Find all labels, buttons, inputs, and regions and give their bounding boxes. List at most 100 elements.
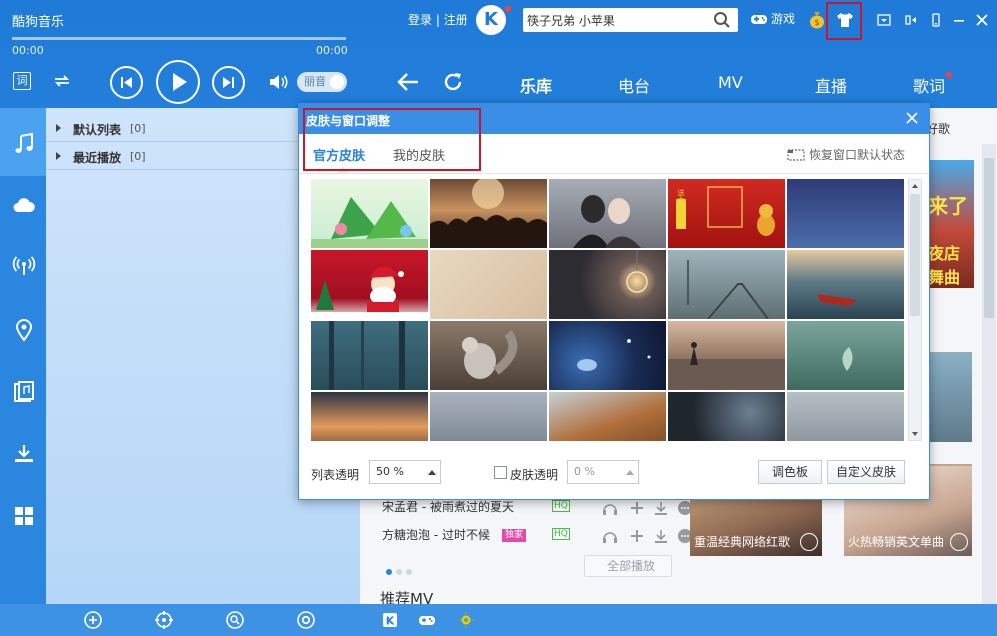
skin-thumbnail[interactable] — [549, 321, 666, 390]
settings-gear-icon[interactable] — [296, 610, 316, 630]
skin-thumbnail[interactable] — [549, 392, 666, 441]
skin-thumbnail[interactable] — [549, 250, 666, 319]
skins-scrollbar[interactable] — [908, 179, 922, 441]
skin-thumbnail[interactable] — [787, 392, 904, 441]
song-title[interactable]: 宋孟君 - 被雨煮过的夏天 — [382, 500, 514, 514]
lyrics-badge-dot — [946, 72, 952, 78]
carousel-dot[interactable] — [406, 569, 412, 575]
skin-thumbnail[interactable] — [430, 321, 547, 390]
forest-art — [329, 321, 405, 390]
search-input[interactable] — [527, 11, 707, 29]
music-note-icon[interactable] — [12, 132, 36, 156]
close-icon[interactable] — [974, 12, 990, 28]
mv-caption: 火热畅销英文单曲 — [848, 535, 945, 549]
radio-signal-icon[interactable] — [12, 254, 36, 278]
register-link[interactable]: 注册 — [444, 13, 468, 27]
mini-mode-icon[interactable] — [904, 12, 920, 28]
skin-thumbnail[interactable] — [787, 179, 904, 248]
play-button[interactable] — [156, 60, 200, 104]
banner-image[interactable]: 来了 夜店 舞曲 — [928, 160, 974, 288]
tab-radio[interactable]: 电台 — [618, 73, 650, 97]
virus-plugin-icon[interactable] — [456, 610, 476, 630]
spin-up-arrow-icon[interactable] — [428, 470, 436, 475]
skin-thumbnail[interactable] — [311, 250, 428, 319]
skin-thumbnail[interactable] — [311, 392, 428, 441]
skin-transparency-spinner[interactable]: 0 % — [567, 460, 639, 484]
content-scrollbar[interactable] — [982, 144, 996, 604]
search-circle-icon[interactable] — [225, 610, 245, 630]
game-link[interactable]: 游戏 — [750, 10, 795, 27]
desktop-lyric-button[interactable]: 词 — [13, 72, 31, 90]
restore-window-default[interactable]: 恢复窗口默认状态 — [787, 146, 905, 163]
scroll-up-icon[interactable] — [909, 180, 921, 192]
skin-thumbnail[interactable] — [668, 321, 785, 390]
minimize-icon[interactable] — [951, 12, 967, 28]
phone-icon[interactable] — [928, 12, 944, 28]
tab-live[interactable]: 直播 — [815, 73, 847, 97]
kugou-logo-icon[interactable]: K — [476, 5, 506, 35]
download-icon[interactable] — [12, 442, 36, 466]
play-circle-icon[interactable] — [950, 533, 968, 551]
login-link[interactable]: 登录 — [408, 13, 432, 27]
tab-lyrics[interactable]: 歌词 — [913, 73, 945, 97]
custom-skin-button[interactable]: 自定义皮肤 — [827, 460, 905, 484]
song-row[interactable]: 方糖泡泡 - 过时不候 独家 HQ — [382, 526, 692, 548]
carousel-dot[interactable] — [396, 569, 402, 575]
cloud-icon[interactable] — [12, 194, 36, 218]
menu-dropdown-icon[interactable] — [876, 12, 892, 28]
banner-text: 来了 — [928, 194, 968, 218]
back-arrow-icon[interactable] — [397, 72, 419, 92]
skin-thumbnail[interactable] — [668, 392, 785, 441]
skin-thumbnail[interactable] — [668, 250, 785, 319]
sound-quality-toggle[interactable]: 丽音 — [297, 72, 347, 92]
song-row[interactable]: 宋孟君 - 被雨煮过的夏天 HQ — [382, 498, 692, 520]
location-pin-icon[interactable] — [12, 318, 36, 342]
song-title[interactable]: 方糖泡泡 - 过时不候 — [382, 528, 490, 542]
festival-text: 送大年 — [677, 188, 685, 211]
apps-grid-icon[interactable] — [12, 504, 36, 528]
previous-button[interactable] — [110, 66, 143, 99]
skin-button[interactable] — [826, 2, 862, 40]
refresh-icon[interactable] — [442, 71, 464, 93]
skin-thumbnail[interactable] — [787, 250, 904, 319]
play-all-button[interactable]: 全部播放 — [584, 555, 672, 577]
scroll-down-icon[interactable] — [909, 428, 921, 440]
skin-thumbnail[interactable] — [787, 321, 904, 390]
skin-thumbnail[interactable] — [311, 321, 428, 390]
palette-button[interactable]: 调色板 — [758, 460, 822, 484]
tab-mv[interactable]: MV — [718, 73, 743, 92]
list-transparency-spinner[interactable]: 50 % — [369, 460, 441, 484]
locate-icon[interactable] — [154, 610, 174, 630]
carousel-dot[interactable] — [386, 569, 392, 575]
skin-thumbnail[interactable] — [549, 179, 666, 248]
expand-arrow-icon[interactable] — [56, 124, 61, 132]
scroll-thumb[interactable] — [910, 194, 920, 316]
skin-thumbnail[interactable] — [430, 179, 547, 248]
skin-thumbnail[interactable] — [311, 179, 428, 248]
search-icon[interactable] — [713, 11, 731, 29]
expand-arrow-icon[interactable] — [56, 152, 61, 160]
gamepad-icon[interactable] — [417, 610, 437, 630]
couple-photo-art — [573, 195, 641, 248]
play-circle-icon[interactable] — [800, 533, 818, 551]
close-icon[interactable] — [905, 111, 919, 125]
money-bag-icon[interactable]: $ — [808, 9, 826, 29]
scroll-thumb[interactable] — [984, 158, 994, 318]
add-icon — [631, 502, 643, 514]
skin-thumbnail[interactable] — [430, 250, 547, 319]
skin-thumbnail[interactable] — [430, 392, 547, 441]
kugou-small-icon[interactable]: K — [380, 610, 400, 630]
santa-claus-art — [311, 266, 428, 319]
mv-thumbnail[interactable] — [928, 352, 972, 442]
volume-icon[interactable] — [268, 73, 290, 91]
skin-transparency-checkbox[interactable] — [494, 466, 507, 479]
tab-library[interactable]: 乐库 — [520, 73, 552, 97]
add-circle-icon[interactable] — [83, 610, 103, 630]
loop-mode-icon[interactable] — [52, 72, 72, 90]
notification-dot — [505, 6, 511, 12]
next-button[interactable] — [212, 66, 245, 99]
local-music-icon[interactable] — [12, 380, 36, 404]
skin-thumbnail[interactable]: 送大年 — [668, 179, 785, 248]
progress-bar[interactable] — [12, 37, 346, 40]
spin-up-arrow-icon[interactable] — [626, 470, 634, 475]
